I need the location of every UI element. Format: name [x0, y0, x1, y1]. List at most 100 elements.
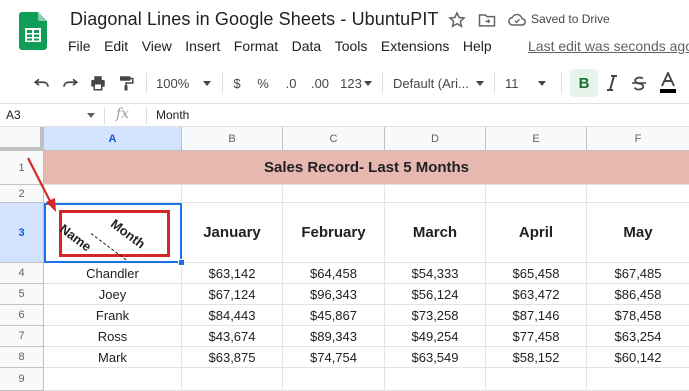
- increase-decimal-button[interactable]: .00: [307, 64, 333, 102]
- row-header-4[interactable]: 4: [0, 263, 44, 284]
- value-cell[interactable]: $49,254: [385, 326, 486, 347]
- row-header-8[interactable]: 8: [0, 347, 44, 368]
- font-family-select[interactable]: Default (Ari...: [393, 64, 485, 102]
- formula-input[interactable]: Month: [156, 108, 189, 122]
- italic-icon[interactable]: [603, 64, 621, 102]
- name-cell[interactable]: Frank: [44, 305, 182, 326]
- last-edit-link[interactable]: Last edit was seconds ago: [528, 38, 689, 54]
- value-cell[interactable]: $96,343: [283, 284, 385, 305]
- font-family-value: Default (Ari...: [393, 75, 469, 91]
- menu-help[interactable]: Help: [463, 38, 492, 56]
- row-header-1[interactable]: 1: [0, 151, 44, 185]
- value-cell[interactable]: $54,333: [385, 263, 486, 284]
- value-cell[interactable]: $43,674: [182, 326, 283, 347]
- name-cell[interactable]: Chandler: [44, 263, 182, 284]
- month-header-cell[interactable]: May: [587, 203, 689, 263]
- undo-icon[interactable]: [31, 64, 53, 102]
- sheet-title-cell[interactable]: Sales Record- Last 5 Months: [44, 151, 689, 185]
- value-cell[interactable]: $63,472: [486, 284, 587, 305]
- value-cell[interactable]: $86,458: [587, 284, 689, 305]
- value-cell[interactable]: $56,124: [385, 284, 486, 305]
- decrease-decimal-button[interactable]: .0: [281, 64, 301, 102]
- month-header-cell[interactable]: March: [385, 203, 486, 263]
- value-cell[interactable]: $67,485: [587, 263, 689, 284]
- fill-handle[interactable]: [178, 259, 185, 266]
- cell-c2[interactable]: [283, 185, 385, 203]
- cell-b2[interactable]: [182, 185, 283, 203]
- menu-edit[interactable]: Edit: [104, 38, 128, 56]
- value-cell[interactable]: $67,124: [182, 284, 283, 305]
- zoom-select[interactable]: 100%: [156, 64, 216, 102]
- menu-file[interactable]: File: [68, 38, 91, 56]
- column-header-a[interactable]: A: [44, 127, 182, 151]
- text-color-icon[interactable]: [658, 64, 678, 102]
- cell-d9[interactable]: [385, 368, 486, 391]
- cell-d2[interactable]: [385, 185, 486, 203]
- value-cell[interactable]: $65,458: [486, 263, 587, 284]
- column-header-c[interactable]: C: [283, 127, 385, 151]
- cell-f2[interactable]: [587, 185, 689, 203]
- row-header-5[interactable]: 5: [0, 284, 44, 305]
- redo-icon[interactable]: [59, 64, 81, 102]
- print-icon[interactable]: [87, 64, 109, 102]
- cell-c9[interactable]: [283, 368, 385, 391]
- value-cell[interactable]: $63,549: [385, 347, 486, 368]
- month-header-cell[interactable]: April: [486, 203, 587, 263]
- column-header-d[interactable]: D: [385, 127, 486, 151]
- column-header-b[interactable]: B: [182, 127, 283, 151]
- month-header-cell[interactable]: January: [182, 203, 283, 263]
- bold-button[interactable]: B: [570, 69, 598, 97]
- cell-f9[interactable]: [587, 368, 689, 391]
- move-to-folder-icon[interactable]: [477, 10, 497, 30]
- name-box[interactable]: A3: [6, 108, 21, 122]
- menu-tools[interactable]: Tools: [335, 38, 368, 56]
- value-cell[interactable]: $60,142: [587, 347, 689, 368]
- month-header-cell[interactable]: February: [283, 203, 385, 263]
- select-all-corner[interactable]: [0, 127, 44, 151]
- row-header-6[interactable]: 6: [0, 305, 44, 326]
- menu-view[interactable]: View: [142, 38, 172, 56]
- value-cell[interactable]: $63,254: [587, 326, 689, 347]
- cloud-saved-icon[interactable]: [507, 10, 527, 30]
- name-cell[interactable]: Joey: [44, 284, 182, 305]
- name-cell[interactable]: Ross: [44, 326, 182, 347]
- cell-a2[interactable]: [44, 185, 182, 203]
- cell-a9[interactable]: [44, 368, 182, 391]
- value-cell[interactable]: $77,458: [486, 326, 587, 347]
- chevron-down-icon[interactable]: [87, 113, 95, 118]
- value-cell[interactable]: $87,146: [486, 305, 587, 326]
- menu-extensions[interactable]: Extensions: [381, 38, 449, 56]
- strikethrough-icon[interactable]: [630, 64, 648, 102]
- sheets-logo-icon[interactable]: [19, 12, 47, 50]
- menu-insert[interactable]: Insert: [185, 38, 220, 56]
- value-cell[interactable]: $78,458: [587, 305, 689, 326]
- font-size-select[interactable]: 11: [505, 64, 553, 102]
- row-header-2[interactable]: 2: [0, 185, 44, 203]
- star-icon[interactable]: [447, 10, 467, 30]
- value-cell[interactable]: $84,443: [182, 305, 283, 326]
- value-cell[interactable]: $64,458: [283, 263, 385, 284]
- value-cell[interactable]: $63,142: [182, 263, 283, 284]
- paint-format-icon[interactable]: [115, 64, 137, 102]
- menu-data[interactable]: Data: [292, 38, 322, 56]
- name-cell[interactable]: Mark: [44, 347, 182, 368]
- currency-format-button[interactable]: $: [230, 64, 244, 102]
- more-formats-select[interactable]: 123: [339, 64, 373, 102]
- value-cell[interactable]: $73,258: [385, 305, 486, 326]
- value-cell[interactable]: $45,867: [283, 305, 385, 326]
- column-header-f[interactable]: F: [587, 127, 689, 151]
- value-cell[interactable]: $74,754: [283, 347, 385, 368]
- cell-e2[interactable]: [486, 185, 587, 203]
- document-title[interactable]: Diagonal Lines in Google Sheets - Ubuntu…: [70, 9, 439, 30]
- percent-format-button[interactable]: %: [256, 64, 270, 102]
- cell-b9[interactable]: [182, 368, 283, 391]
- menu-format[interactable]: Format: [234, 38, 278, 56]
- row-header-7[interactable]: 7: [0, 326, 44, 347]
- row-header-3[interactable]: 3: [0, 203, 44, 263]
- value-cell[interactable]: $63,875: [182, 347, 283, 368]
- row-header-9[interactable]: 9: [0, 368, 44, 391]
- column-header-e[interactable]: E: [486, 127, 587, 151]
- value-cell[interactable]: $58,152: [486, 347, 587, 368]
- value-cell[interactable]: $89,343: [283, 326, 385, 347]
- cell-e9[interactable]: [486, 368, 587, 391]
